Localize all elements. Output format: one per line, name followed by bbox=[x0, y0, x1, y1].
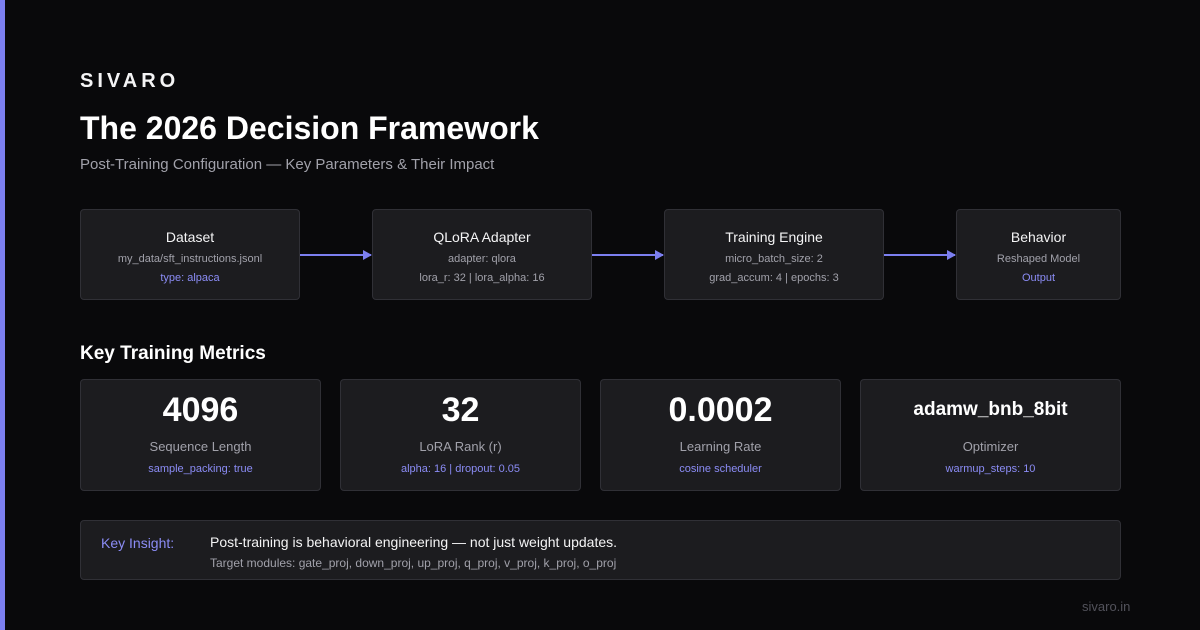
metric-card-lora-rank: 32 LoRA Rank (r) alpha: 16 | dropout: 0.… bbox=[340, 379, 581, 491]
insight-label: Key Insight: bbox=[101, 535, 175, 551]
insight-subtext: Target modules: gate_proj, down_proj, up… bbox=[210, 556, 617, 570]
metric-value: 0.0002 bbox=[668, 391, 773, 429]
node-detail-accent: Output bbox=[1021, 272, 1056, 284]
node-detail: adapter: qlora bbox=[448, 253, 516, 265]
pipeline-node-dataset: Dataset my_data/sft_instructions.jsonl t… bbox=[80, 209, 300, 300]
metric-value: 4096 bbox=[162, 391, 239, 429]
footer-url: sivaro.in bbox=[1082, 599, 1131, 614]
metric-subtext: warmup_steps: 10 bbox=[945, 463, 1036, 475]
node-title: QLoRA Adapter bbox=[433, 229, 531, 245]
pipeline-node-qlora-adapter: QLoRA Adapter adapter: qlora lora_r: 32 … bbox=[372, 209, 592, 300]
node-title: Training Engine bbox=[725, 229, 823, 245]
node-detail: micro_batch_size: 2 bbox=[725, 253, 823, 265]
flow-arrow-2 bbox=[592, 250, 664, 260]
metrics-section-title: Key Training Metrics bbox=[80, 343, 266, 364]
node-detail: lora_r: 32 | lora_alpha: 16 bbox=[419, 272, 545, 284]
node-title: Dataset bbox=[165, 229, 215, 245]
metric-label: LoRA Rank (r) bbox=[419, 439, 502, 454]
page-subtitle: Post-Training Configuration — Key Parame… bbox=[80, 156, 495, 173]
flow-arrow-1 bbox=[300, 250, 372, 260]
metric-value: adamw_bnb_8bit bbox=[913, 399, 1068, 420]
metric-card-sequence-length: 4096 Sequence Length sample_packing: tru… bbox=[80, 379, 321, 491]
key-insight-box: Key Insight: Post-training is behavioral… bbox=[80, 520, 1121, 580]
metric-subtext: cosine scheduler bbox=[679, 463, 762, 475]
metric-subtext: alpha: 16 | dropout: 0.05 bbox=[400, 463, 521, 475]
metric-card-learning-rate: 0.0002 Learning Rate cosine scheduler bbox=[600, 379, 841, 491]
pipeline-node-training-engine: Training Engine micro_batch_size: 2 grad… bbox=[664, 209, 884, 300]
node-title: Behavior bbox=[1010, 229, 1067, 245]
metric-label: Learning Rate bbox=[679, 439, 762, 454]
node-detail: grad_accum: 4 | epochs: 3 bbox=[709, 272, 839, 284]
metric-label: Sequence Length bbox=[149, 439, 252, 454]
node-detail: Reshaped Model bbox=[996, 253, 1081, 265]
insight-main-text: Post-training is behavioral engineering … bbox=[210, 534, 618, 550]
pipeline-node-behavior: Behavior Reshaped Model Output bbox=[956, 209, 1121, 300]
metric-label: Optimizer bbox=[962, 439, 1019, 454]
node-detail-accent: type: alpaca bbox=[160, 272, 220, 284]
left-accent-bar bbox=[0, 0, 5, 630]
metric-subtext: sample_packing: true bbox=[148, 463, 253, 475]
brand-logo: SIVARO bbox=[80, 70, 180, 92]
metric-card-optimizer: adamw_bnb_8bit Optimizer warmup_steps: 1… bbox=[860, 379, 1121, 491]
page-title: The 2026 Decision Framework bbox=[80, 110, 539, 146]
flow-arrow-3 bbox=[884, 250, 956, 260]
node-detail: my_data/sft_instructions.jsonl bbox=[117, 253, 263, 265]
metric-value: 32 bbox=[441, 391, 480, 429]
